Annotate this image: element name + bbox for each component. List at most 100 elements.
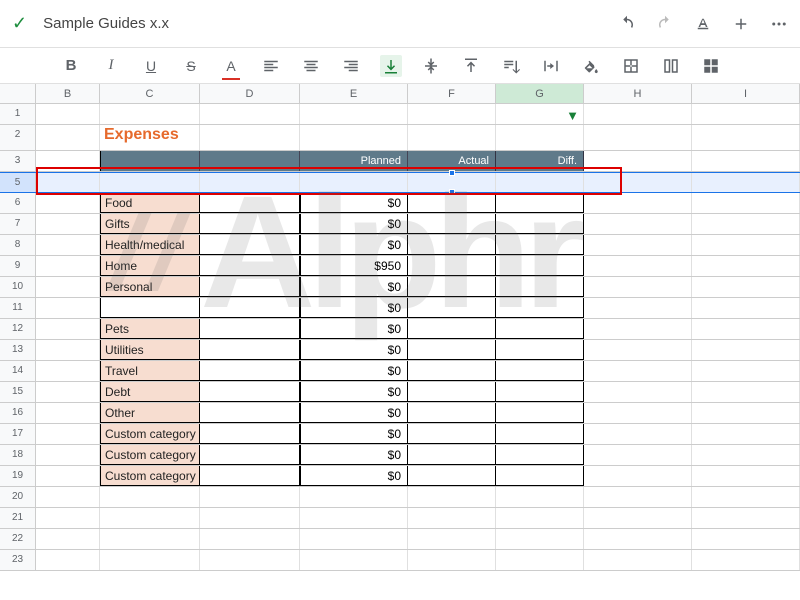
row-number[interactable]: 22 — [0, 529, 36, 549]
cell-I10[interactable] — [692, 277, 800, 297]
cell-F2[interactable] — [408, 125, 496, 150]
row-number[interactable]: 12 — [0, 319, 36, 339]
cell-H13[interactable] — [584, 340, 692, 360]
cell-D6[interactable] — [200, 193, 300, 213]
column-header-E[interactable]: E — [300, 84, 408, 103]
cell-B15[interactable] — [36, 382, 100, 402]
cell-B23[interactable] — [36, 550, 100, 570]
cell-D1[interactable] — [200, 104, 300, 124]
cell-H22[interactable] — [584, 529, 692, 549]
cell-F17[interactable] — [408, 424, 496, 444]
row-number[interactable]: 14 — [0, 361, 36, 381]
row-6[interactable]: 6Food$0 — [0, 193, 800, 214]
cell-H10[interactable] — [584, 277, 692, 297]
cell-D12[interactable] — [200, 319, 300, 339]
row-number[interactable]: 2 — [0, 125, 36, 150]
select-all-corner[interactable] — [0, 84, 36, 103]
cell-C8[interactable]: Health/medical — [100, 235, 200, 255]
cell-B13[interactable] — [36, 340, 100, 360]
cell-G14[interactable] — [496, 361, 584, 381]
cell-C12[interactable]: Pets — [100, 319, 200, 339]
row-18[interactable]: 18Custom category 2$0 — [0, 445, 800, 466]
cell-F3[interactable]: Actual — [408, 151, 496, 171]
cell-F10[interactable] — [408, 277, 496, 297]
row-12[interactable]: 12Pets$0 — [0, 319, 800, 340]
row-16[interactable]: 16Other$0 — [0, 403, 800, 424]
row-13[interactable]: 13Utilities$0 — [0, 340, 800, 361]
row-11[interactable]: 11$0 — [0, 298, 800, 319]
confirm-icon[interactable]: ✓ — [12, 13, 27, 34]
row-number[interactable]: 9 — [0, 256, 36, 276]
row-15[interactable]: 15Debt$0 — [0, 382, 800, 403]
align-left-button[interactable] — [260, 55, 282, 77]
cell-G8[interactable] — [496, 235, 584, 255]
cell-E16[interactable]: $0 — [300, 403, 408, 423]
cell-H2[interactable] — [584, 125, 692, 150]
align-center-button[interactable] — [300, 55, 322, 77]
column-header-G[interactable]: G — [496, 84, 584, 103]
cell-H18[interactable] — [584, 445, 692, 465]
cell-F6[interactable] — [408, 193, 496, 213]
cell-B10[interactable] — [36, 277, 100, 297]
cell-I18[interactable] — [692, 445, 800, 465]
cell-E7[interactable]: $0 — [300, 214, 408, 234]
cell-F8[interactable] — [408, 235, 496, 255]
cell-G18[interactable] — [496, 445, 584, 465]
cell-E8[interactable]: $0 — [300, 235, 408, 255]
row-number[interactable]: 16 — [0, 403, 36, 423]
cell-I5[interactable] — [692, 173, 800, 192]
text-color-button[interactable]: A — [220, 55, 242, 77]
cell-H16[interactable] — [584, 403, 692, 423]
cell-H1[interactable] — [584, 104, 692, 124]
cell-E10[interactable]: $0 — [300, 277, 408, 297]
fill-color-button[interactable] — [580, 55, 602, 77]
row-number[interactable]: 17 — [0, 424, 36, 444]
row-number[interactable]: 3 — [0, 151, 36, 171]
column-header-C[interactable]: C — [100, 84, 200, 103]
cell-D2[interactable] — [200, 125, 300, 150]
row-number[interactable]: 1 — [0, 104, 36, 124]
cell-B9[interactable] — [36, 256, 100, 276]
cell-E11[interactable]: $0 — [300, 298, 408, 318]
cell-F15[interactable] — [408, 382, 496, 402]
cell-C19[interactable]: Custom category 3 — [100, 466, 200, 486]
italic-button[interactable]: I — [100, 55, 122, 77]
cell-H19[interactable] — [584, 466, 692, 486]
row-7[interactable]: 7Gifts$0 — [0, 214, 800, 235]
cell-E14[interactable]: $0 — [300, 361, 408, 381]
redo-button[interactable] — [656, 15, 674, 33]
column-header-B[interactable]: B — [36, 84, 100, 103]
cell-C23[interactable] — [100, 550, 200, 570]
cell-I3[interactable] — [692, 151, 800, 171]
cell-B17[interactable] — [36, 424, 100, 444]
valign-top-button[interactable] — [460, 55, 482, 77]
cell-C22[interactable] — [100, 529, 200, 549]
undo-button[interactable] — [618, 15, 636, 33]
document-title[interactable]: Sample Guides x.x — [43, 15, 618, 32]
cell-E15[interactable]: $0 — [300, 382, 408, 402]
cell-B16[interactable] — [36, 403, 100, 423]
row-number[interactable]: 5 — [0, 173, 36, 192]
cell-D7[interactable] — [200, 214, 300, 234]
cell-H5[interactable] — [584, 173, 692, 192]
cell-I21[interactable] — [692, 508, 800, 528]
cell-C15[interactable]: Debt — [100, 382, 200, 402]
cell-G5[interactable] — [496, 173, 584, 192]
cell-F14[interactable] — [408, 361, 496, 381]
cell-B22[interactable] — [36, 529, 100, 549]
cell-I13[interactable] — [692, 340, 800, 360]
cell-D20[interactable] — [200, 487, 300, 507]
row-2[interactable]: 2Expenses — [0, 125, 800, 151]
cell-G9[interactable] — [496, 256, 584, 276]
cell-F12[interactable] — [408, 319, 496, 339]
cell-C13[interactable]: Utilities — [100, 340, 200, 360]
cell-D16[interactable] — [200, 403, 300, 423]
cell-B11[interactable] — [36, 298, 100, 318]
cell-D14[interactable] — [200, 361, 300, 381]
cell-G6[interactable] — [496, 193, 584, 213]
cell-D18[interactable] — [200, 445, 300, 465]
cell-G21[interactable] — [496, 508, 584, 528]
cell-H8[interactable] — [584, 235, 692, 255]
row-21[interactable]: 21 — [0, 508, 800, 529]
row-number[interactable]: 6 — [0, 193, 36, 213]
